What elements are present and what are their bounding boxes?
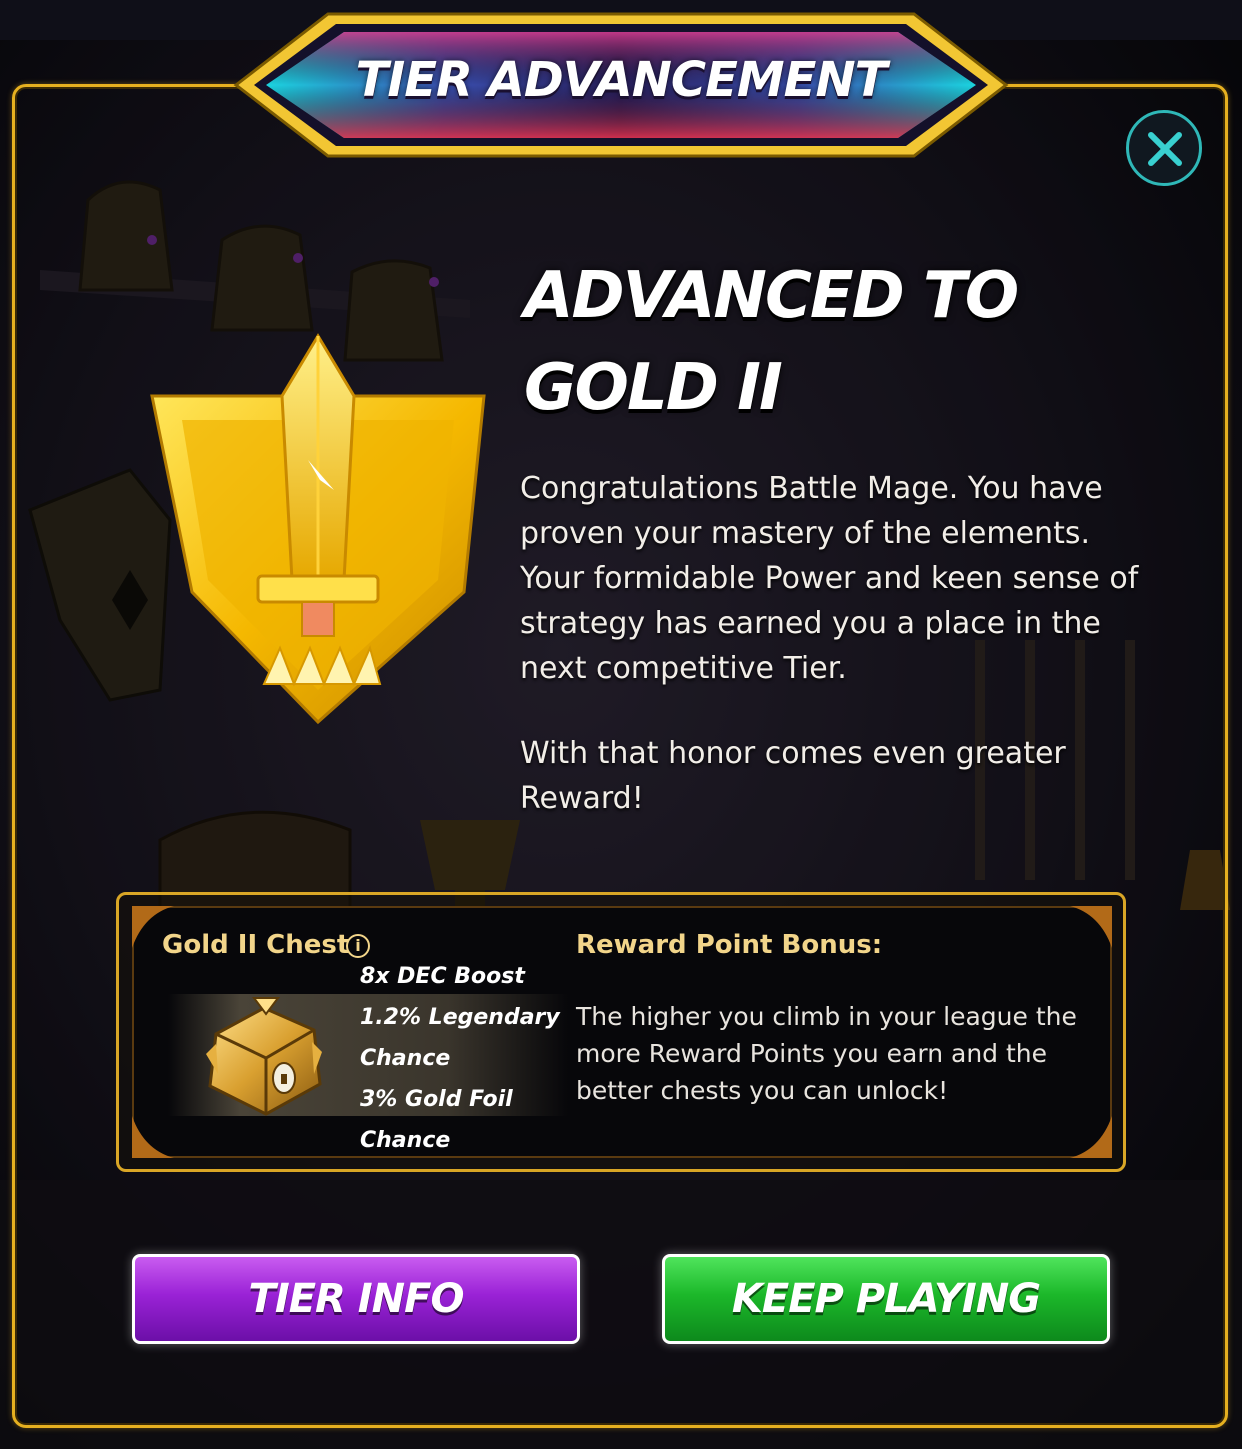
modal-title: TIER ADVANCEMENT xyxy=(355,52,888,108)
corner-ornament xyxy=(1070,906,1112,948)
heading-line-2: GOLD II xyxy=(524,351,783,425)
close-icon xyxy=(1148,132,1182,166)
message-paragraph-1: Congratulations Battle Mage. You have pr… xyxy=(520,471,1139,686)
chest-perks: 8x DEC Boost 1.2% Legendary Chance 3% Go… xyxy=(360,956,570,1161)
tier-info-button[interactable]: TIER INFO xyxy=(132,1254,580,1344)
chest-label: Gold II Chest xyxy=(162,930,350,960)
congratulations-message: Congratulations Battle Mage. You have pr… xyxy=(520,466,1160,861)
gold-tier-sword-shield-icon xyxy=(150,333,486,725)
info-icon[interactable]: i xyxy=(346,934,370,958)
tier-heading: ADVANCED TO GOLD II xyxy=(524,250,1144,434)
bonus-title: Reward Point Bonus: xyxy=(576,930,883,960)
perk-line: 8x DEC Boost xyxy=(360,964,525,989)
perk-line: 1.2% Legendary xyxy=(360,1005,560,1030)
perk-line: Chance xyxy=(360,1128,451,1153)
corner-ornament xyxy=(132,1116,174,1158)
perk-line: 3% Gold Foil xyxy=(360,1087,513,1112)
gold-chest-icon xyxy=(206,997,322,1116)
heading-line-1: ADVANCED TO xyxy=(524,259,1019,333)
corner-ornament xyxy=(1070,1116,1112,1158)
message-paragraph-2: With that honor comes even greater Rewar… xyxy=(520,736,1066,816)
close-button[interactable] xyxy=(1126,110,1202,186)
keep-playing-button[interactable]: KEEP PLAYING xyxy=(662,1254,1110,1344)
perk-line: Chance xyxy=(360,1046,451,1071)
bonus-description: The higher you climb in your league the … xyxy=(576,1002,1077,1105)
